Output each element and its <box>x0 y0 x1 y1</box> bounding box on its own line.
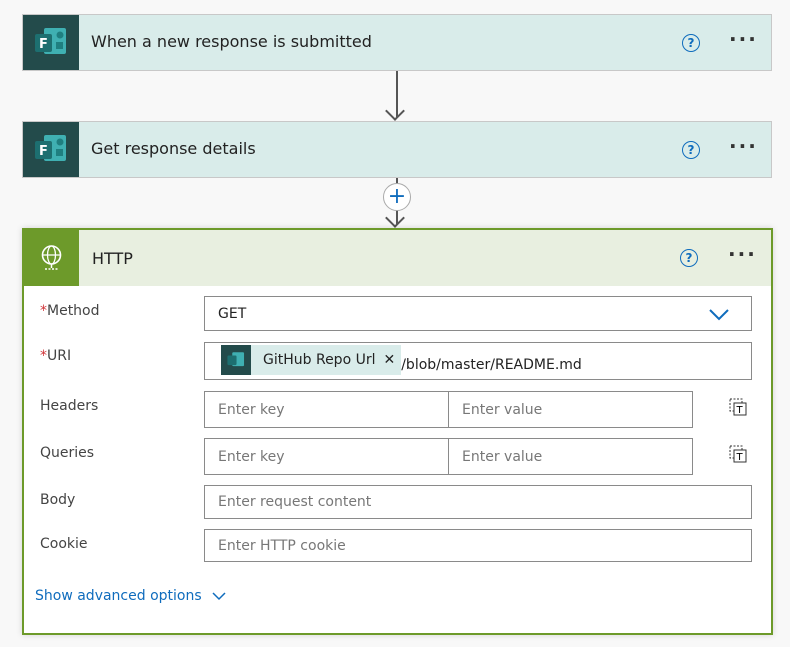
arrow-head-icon <box>385 101 405 121</box>
token-label: GitHub Repo Url <box>263 352 376 368</box>
chevron-down-icon <box>709 309 729 321</box>
help-icon[interactable]: ? <box>682 141 700 159</box>
method-select[interactable]: GET <box>204 296 752 331</box>
body-label: Body <box>40 492 76 508</box>
headers-value-input[interactable]: Enter value <box>448 391 693 428</box>
queries-label: Queries <box>40 445 95 461</box>
help-icon[interactable]: ? <box>680 249 698 267</box>
chevron-down-icon <box>212 591 226 600</box>
card-title: When a new response is submitted <box>91 32 372 51</box>
uri-suffix: /blob/master/README.md <box>401 357 582 373</box>
more-options-button[interactable]: ··· <box>728 242 757 266</box>
switch-to-text-mode-icon[interactable]: T <box>729 398 747 420</box>
http-action-card: HTTP ? ··· <box>22 228 773 635</box>
body-input[interactable]: Enter request content <box>204 485 752 519</box>
card-title: Get response details <box>91 139 256 158</box>
forms-icon <box>221 345 251 375</box>
arrow-head-icon <box>385 208 405 228</box>
help-icon[interactable]: ? <box>682 34 700 52</box>
show-advanced-options-link[interactable]: Show advanced options <box>35 588 226 604</box>
headers-label: Headers <box>40 398 99 414</box>
method-value: GET <box>218 305 247 322</box>
get-response-details-card[interactable]: F Get response details ? ··· <box>22 121 772 178</box>
switch-to-text-mode-icon[interactable]: T <box>729 445 747 467</box>
add-step-button[interactable]: + <box>383 183 411 211</box>
card-title: HTTP <box>92 249 133 268</box>
forms-icon: F <box>23 122 79 177</box>
svg-text:T: T <box>736 452 744 463</box>
method-label: *Method <box>40 303 100 319</box>
http-header[interactable]: HTTP ? ··· <box>24 230 771 286</box>
trigger-card[interactable]: F When a new response is submitted ? ··· <box>22 14 772 71</box>
uri-label: *URI <box>40 348 72 364</box>
advanced-label: Show advanced options <box>35 588 202 604</box>
remove-token-icon[interactable]: ✕ <box>383 352 401 368</box>
more-options-button[interactable]: ··· <box>729 134 758 158</box>
uri-input[interactable]: GitHub Repo Url ✕ /blob/master/README.md <box>204 342 752 380</box>
dynamic-content-token[interactable]: GitHub Repo Url ✕ <box>221 345 402 375</box>
cookie-label: Cookie <box>40 536 88 552</box>
cookie-input[interactable]: Enter HTTP cookie <box>204 529 752 562</box>
forms-icon: F <box>23 15 79 70</box>
queries-key-input[interactable]: Enter key <box>204 438 449 475</box>
svg-text:F: F <box>39 37 48 52</box>
globe-icon <box>24 230 79 286</box>
svg-text:T: T <box>736 405 744 416</box>
queries-value-input[interactable]: Enter value <box>448 438 693 475</box>
headers-key-input[interactable]: Enter key <box>204 391 449 428</box>
svg-text:F: F <box>39 144 48 159</box>
more-options-button[interactable]: ··· <box>729 27 758 51</box>
